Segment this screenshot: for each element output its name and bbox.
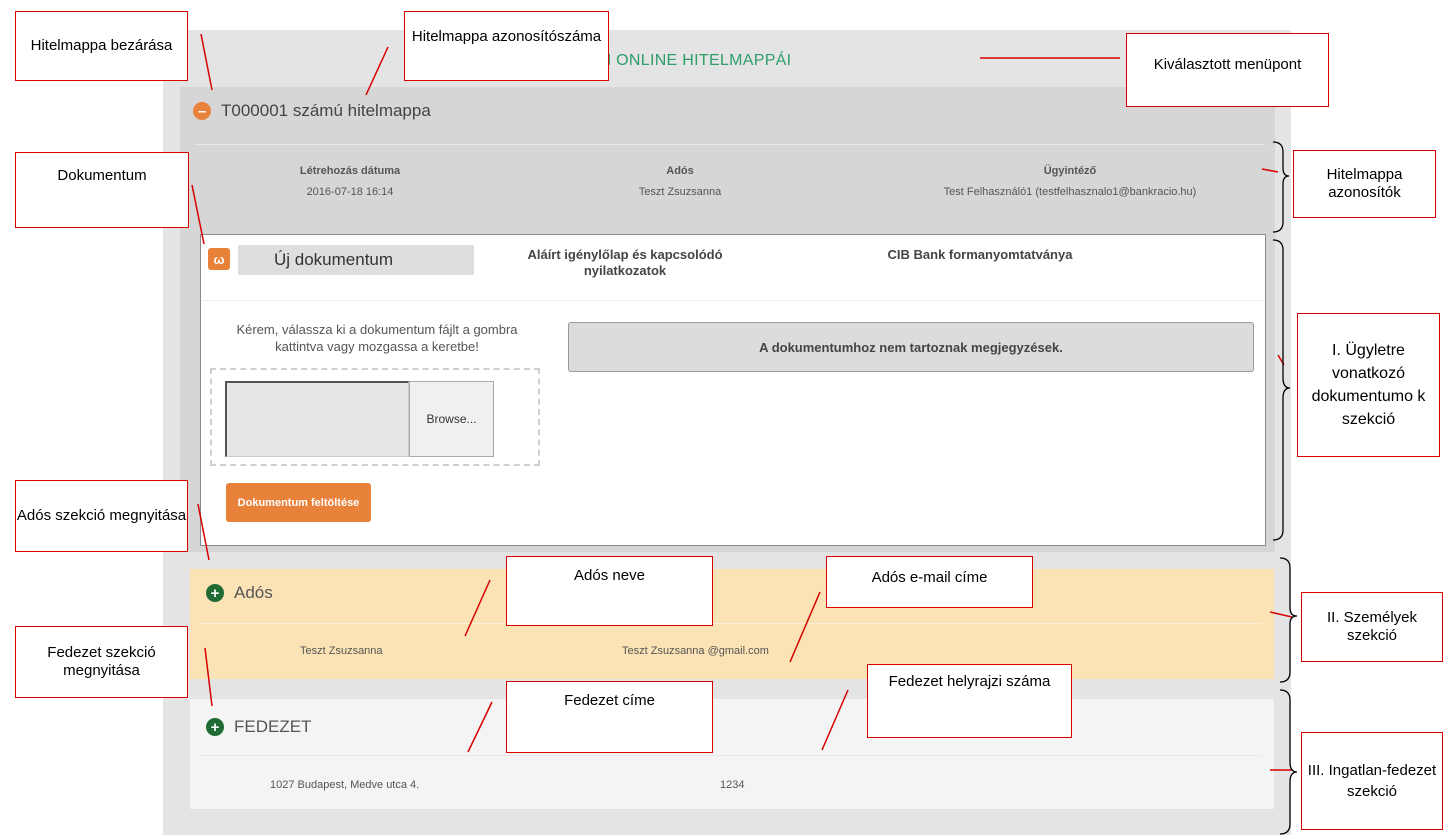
annotated-screenshot: Z ÖN ONLINE HITELMAPPÁI – T000001 számú … xyxy=(0,0,1455,837)
created-date-label: Létrehozás dátuma xyxy=(299,165,401,177)
credit-folder-header: – T000001 számú hitelmappa xyxy=(193,101,431,121)
callout-close-folder: Hitelmappa bezárása xyxy=(15,11,188,81)
credit-folder-title: T000001 számú hitelmappa xyxy=(221,101,431,120)
file-instructions: Kérem, válassza ki a dokumentum fájlt a … xyxy=(236,322,518,354)
created-date-value: 2016-07-18 16:14 xyxy=(306,186,394,198)
callout-open-debtor: Adós szekció megnyitása xyxy=(15,480,188,552)
expand-collateral-button[interactable]: + xyxy=(206,718,224,736)
document-type-label: Új dokumentum xyxy=(238,245,474,275)
expand-debtor-button[interactable]: + xyxy=(206,584,224,602)
document-notes-box: A dokumentumhoz nem tartoznak megjegyzés… xyxy=(568,322,1254,372)
callout-persons-section: II. Személyek szekció xyxy=(1301,592,1443,662)
collateral-parcel-number: 1234 xyxy=(720,779,745,791)
callout-collateral-address: Fedezet címe xyxy=(506,681,713,753)
divider xyxy=(200,623,1262,624)
callout-folder-id: Hitelmappa azonosítószáma xyxy=(404,11,609,81)
collateral-section xyxy=(190,699,1274,809)
divider xyxy=(203,300,1263,301)
clerk-value: Test Felhasználó1 (testfelhasznalo1@bank… xyxy=(943,186,1197,198)
callout-real-estate-section: III. Ingatlan-fedezet szekció xyxy=(1301,732,1443,830)
debtor-email: Teszt Zsuzsanna @gmail.com xyxy=(622,645,769,657)
callout-documents-section: I. Ügyletre vonatkozó dokumentumo k szek… xyxy=(1297,313,1440,457)
document-source: CIB Bank formanyomtatványa xyxy=(887,247,1073,262)
collateral-address: 1027 Budapest, Medve utca 4. xyxy=(270,779,420,791)
collateral-section-title: FEDEZET xyxy=(234,717,312,736)
divider xyxy=(195,144,1265,145)
upload-document-button[interactable]: Dokumentum feltöltése xyxy=(226,483,371,522)
callout-debtor-name: Adós neve xyxy=(506,556,713,626)
divider xyxy=(200,755,1262,756)
debtor-value: Teszt Zsuzsanna xyxy=(638,186,722,198)
callout-document: Dokumentum xyxy=(15,152,189,228)
clerk-label: Ügyintéző xyxy=(1043,165,1097,177)
file-path-field[interactable] xyxy=(225,381,409,457)
collateral-section-header: + FEDEZET xyxy=(206,717,311,737)
callout-selected-menu: Kiválasztott menüpont xyxy=(1126,33,1329,107)
collapse-folder-button[interactable]: – xyxy=(193,102,211,120)
callout-folder-identifiers: Hitelmappa azonosítók xyxy=(1293,150,1436,218)
browse-button[interactable]: Browse... xyxy=(409,381,494,457)
callout-parcel-number: Fedezet helyrajzi száma xyxy=(867,664,1072,738)
debtor-section xyxy=(190,569,1274,679)
debtor-section-header: + Adós xyxy=(206,583,273,603)
callout-debtor-email: Adós e-mail címe xyxy=(826,556,1033,608)
document-icon: ω xyxy=(208,248,230,270)
callout-open-collateral: Fedezet szekció megnyitása xyxy=(15,626,188,698)
debtor-name: Teszt Zsuzsanna xyxy=(300,645,383,657)
debtor-label: Adós xyxy=(666,165,694,177)
document-name: Aláírt igénylőlap és kapcsolódó nyilatko… xyxy=(527,247,723,278)
debtor-section-title: Adós xyxy=(234,583,273,602)
